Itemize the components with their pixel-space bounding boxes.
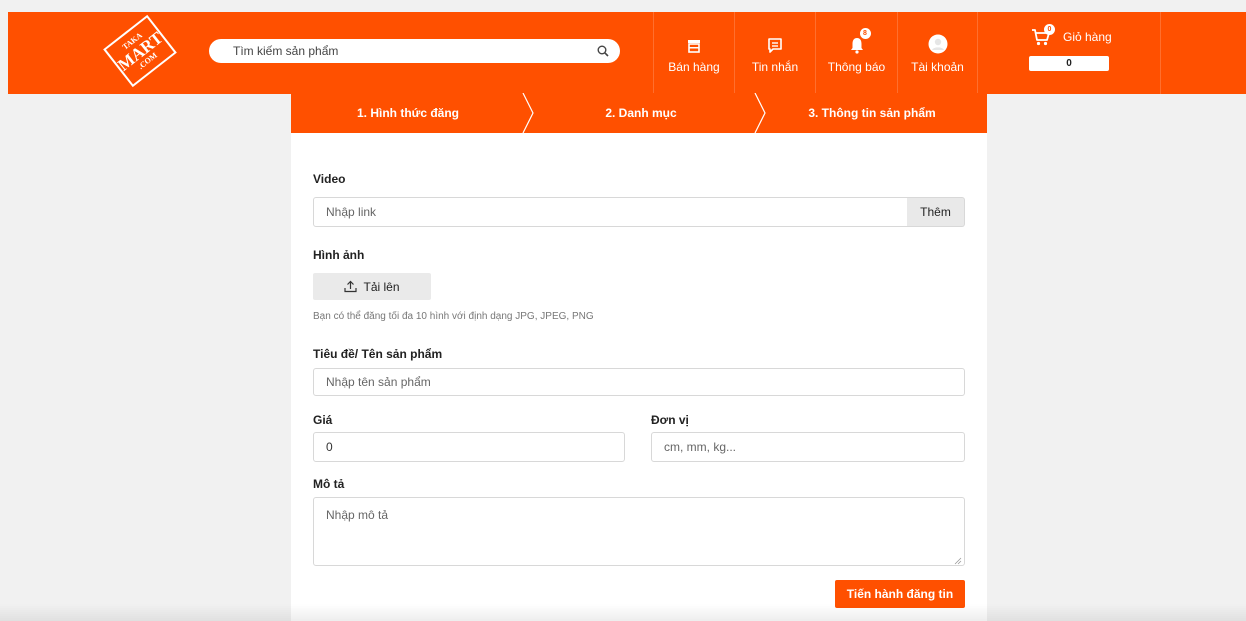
- add-video-button[interactable]: Thêm: [907, 197, 965, 227]
- avatar-icon: [928, 32, 948, 54]
- step-post-type[interactable]: 1. Hình thức đăng: [291, 93, 525, 133]
- video-label: Video: [313, 172, 346, 186]
- cart-header: 0 Giỏ hàng: [1025, 24, 1112, 46]
- search-bar: [209, 39, 620, 63]
- store-icon: [686, 32, 702, 54]
- step-bar: 1. Hình thức đăng 2. Danh mục 3. Thông t…: [291, 93, 987, 133]
- nav-sell-label: Bán hàng: [668, 60, 720, 74]
- product-title-input[interactable]: [313, 368, 965, 396]
- description-label: Mô tả: [313, 477, 345, 491]
- message-icon: [767, 32, 783, 54]
- video-link-input[interactable]: [313, 197, 908, 227]
- header-divider: [1160, 12, 1161, 94]
- step-product-info[interactable]: 3. Thông tin sản phẩm: [757, 93, 987, 133]
- description-textarea[interactable]: [313, 497, 965, 566]
- cart-badge: 0: [1044, 24, 1055, 35]
- nav-messages-label: Tin nhắn: [751, 60, 799, 74]
- price-input[interactable]: [313, 432, 625, 462]
- upload-label: Tải lên: [363, 279, 400, 294]
- nav-account-label: Tài khoản: [911, 60, 964, 74]
- image-upload-hint: Bạn có thể đăng tối đa 10 hình với định …: [313, 311, 594, 322]
- bell-icon: 8: [849, 28, 871, 54]
- upload-button[interactable]: Tải lên: [313, 273, 431, 300]
- price-label: Giá: [313, 413, 333, 427]
- upload-icon: [344, 280, 358, 293]
- page-bottom-shadow: [0, 604, 1246, 621]
- nav-account[interactable]: Tài khoản: [897, 12, 978, 94]
- title-label: Tiêu đề/ Tên sản phẩm: [313, 347, 443, 361]
- resize-grip-icon[interactable]: [954, 557, 962, 565]
- search-icon[interactable]: [596, 44, 610, 58]
- unit-input[interactable]: [651, 432, 965, 462]
- product-form: Video Thêm Hình ảnh Tải lên Bạn có thể đ…: [291, 133, 987, 621]
- nav-notifications[interactable]: 8 Thông báo: [815, 12, 897, 94]
- cart-count: 0: [1029, 56, 1109, 71]
- nav-sell[interactable]: Bán hàng: [653, 12, 734, 94]
- step-category[interactable]: 2. Danh mục: [525, 93, 757, 133]
- cart-label: Giỏ hàng: [1063, 30, 1112, 44]
- nav-messages[interactable]: Tin nhắn: [734, 12, 815, 94]
- unit-label: Đơn vị: [651, 413, 689, 427]
- takamart-logo[interactable]: TAKA MART .COM: [103, 14, 177, 88]
- search-input[interactable]: [233, 44, 596, 58]
- cart-icon: 0: [1031, 24, 1055, 46]
- images-label: Hình ảnh: [313, 248, 365, 262]
- notification-badge: 8: [859, 28, 871, 39]
- top-header: TAKA MART .COM Bán hàng Tin nhắn 8 Thông…: [8, 12, 1246, 94]
- cart[interactable]: 0 Giỏ hàng 0: [1025, 24, 1161, 86]
- nav-notifications-label: Thông báo: [827, 60, 886, 74]
